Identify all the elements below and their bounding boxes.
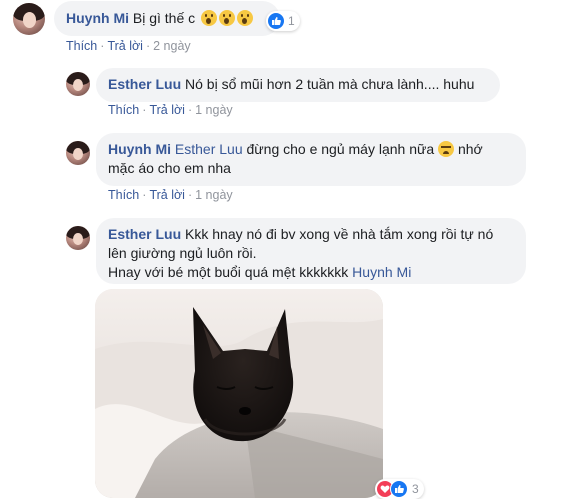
avatar-esther-luu[interactable] (66, 72, 90, 96)
reply-actions: Thích · Trả lời · 1 ngày (108, 103, 233, 117)
separator: · (145, 39, 151, 53)
reply-text: lên giường ngủ luôn rồi. (108, 245, 257, 261)
reply-text: Nó bị sổ mũi hơn 2 tuần mà chưa lành....… (185, 76, 475, 92)
comment-author[interactable]: Huynh Mi (66, 10, 129, 26)
separator: · (142, 103, 147, 117)
reply-author[interactable]: Esther Luu (108, 226, 181, 242)
reply-author[interactable]: Esther Luu (108, 76, 181, 92)
reply-bubble: Huynh Mi Esther Luu đừng cho e ngủ máy l… (96, 133, 526, 186)
reaction-summary[interactable]: 3 (375, 479, 424, 499)
timestamp[interactable]: 1 ngày (195, 103, 233, 117)
like-reaction-icon (390, 480, 408, 498)
like-link[interactable]: Thích (66, 39, 97, 53)
comment-actions: Thích · Trả lời · 2 ngày (66, 39, 191, 53)
reply-text: nhớ (457, 141, 483, 157)
avatar-huynh-mi[interactable] (13, 3, 45, 35)
reply-text: đừng cho e ngủ máy lạnh nữa (246, 141, 435, 157)
like-reaction-icon (268, 13, 284, 29)
reply-text: mặc áo cho em nha (108, 160, 231, 176)
reaction-count: 3 (412, 482, 419, 496)
comment-bubble: Huynh Mi Bị gì thế c (54, 1, 280, 36)
mention-link[interactable]: Esther Luu (175, 141, 243, 157)
reply-actions: Thích · Trả lời · 1 ngày (108, 188, 233, 202)
reply-bubble: Esther Luu Kkk hnay nó đi bv xong về nhà… (96, 218, 526, 284)
reply-text: Kkk hnay nó đi bv xong về nhà tắm xong r… (185, 226, 494, 242)
separator: · (187, 188, 193, 202)
separator: · (187, 103, 193, 117)
reaction-summary[interactable]: 1 (266, 11, 300, 31)
reply-link[interactable]: Trả lời (149, 103, 185, 117)
reply-link[interactable]: Trả lời (107, 39, 143, 53)
wow-emoji-icon (237, 10, 254, 26)
attached-photo[interactable] (95, 289, 383, 498)
wow-emoji-icon (219, 10, 236, 26)
reply-link[interactable]: Trả lời (149, 188, 185, 202)
like-link[interactable]: Thích (108, 103, 139, 117)
like-link[interactable]: Thích (108, 188, 139, 202)
cat-photo-image (95, 289, 383, 498)
reply-author[interactable]: Huynh Mi (108, 141, 171, 157)
mention-link[interactable]: Huynh Mi (352, 264, 411, 280)
timestamp[interactable]: 2 ngày (153, 39, 191, 53)
reply-text: Hnay với bé một buổi quá mệt kkkkkkk (108, 264, 349, 280)
reaction-count: 1 (288, 14, 295, 28)
separator: · (100, 39, 105, 53)
crying-emoji-icon (438, 141, 455, 157)
wow-emoji-icon (201, 10, 218, 26)
timestamp[interactable]: 1 ngày (195, 188, 233, 202)
avatar-esther-luu[interactable] (66, 226, 90, 250)
reply-bubble: Esther Luu Nó bị sổ mũi hơn 2 tuần mà ch… (96, 68, 500, 102)
avatar-huynh-mi[interactable] (66, 141, 90, 165)
comment-text: Bị gì thế c (132, 10, 196, 26)
separator: · (142, 188, 147, 202)
